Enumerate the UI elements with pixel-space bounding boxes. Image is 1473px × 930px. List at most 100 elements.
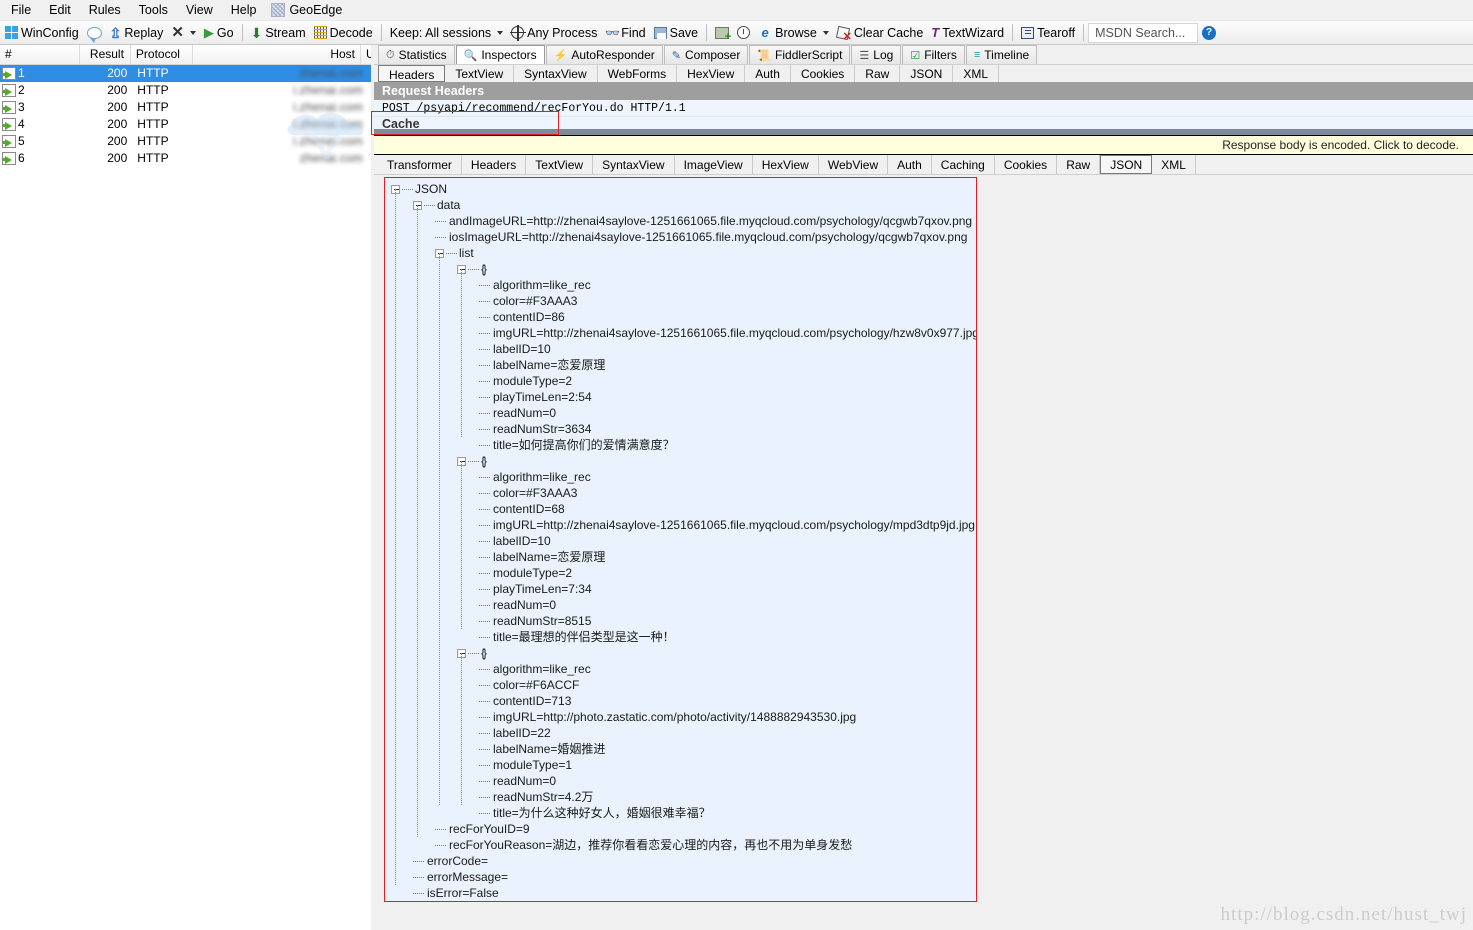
replay-button[interactable]: ⇫ Replay bbox=[106, 22, 168, 44]
remove-button[interactable]: ✕ bbox=[167, 22, 200, 44]
response-tab-webview[interactable]: WebView bbox=[819, 155, 889, 174]
comment-button[interactable] bbox=[83, 22, 106, 44]
sessions-panel: # Result Protocol Host URL 1 200 HTTP zhena… bbox=[0, 45, 559, 930]
json-tree-node[interactable]: data bbox=[385, 197, 976, 213]
request-tab-textview[interactable]: TextView bbox=[445, 65, 515, 82]
request-tab-syntaxview[interactable]: SyntaxView bbox=[514, 65, 598, 82]
menu-item-file[interactable]: File bbox=[2, 1, 40, 19]
browse-button[interactable]: e Browse bbox=[754, 22, 833, 44]
response-tab-caching[interactable]: Caching bbox=[932, 155, 995, 174]
decode-notice[interactable]: Response body is encoded. Click to decod… bbox=[374, 135, 1473, 155]
session-protocol-cell: HTTP bbox=[137, 83, 169, 97]
tab-timeline[interactable]: ≡ Timeline bbox=[965, 45, 1038, 64]
session-row[interactable]: 3 200 HTTP i.zhenai.com/psyapi/recommend/cl… bbox=[0, 99, 371, 116]
tree-guide-line bbox=[395, 189, 396, 885]
tab-filters[interactable]: ☑ Filters bbox=[902, 45, 965, 64]
request-tab-auth[interactable]: Auth bbox=[745, 65, 791, 82]
tree-connector bbox=[479, 505, 491, 514]
response-tab-syntaxview[interactable]: SyntaxView bbox=[593, 155, 675, 174]
menu-item-help[interactable]: Help bbox=[222, 1, 266, 19]
toolbar-separator bbox=[380, 24, 382, 41]
response-tab-json[interactable]: JSON bbox=[1100, 155, 1153, 174]
keep-sessions-dropdown[interactable]: Keep: All sessions bbox=[386, 22, 507, 44]
response-tab-hexview[interactable]: HexView bbox=[753, 155, 819, 174]
tab-autoresponder[interactable]: ⚡ AutoResponder bbox=[545, 45, 663, 64]
request-tab-raw[interactable]: Raw bbox=[855, 65, 901, 82]
request-tab-headers[interactable]: Headers bbox=[378, 65, 446, 82]
session-row[interactable]: 5 200 HTTP i.zhenai.com/psyapi/loveclasses/… bbox=[0, 133, 371, 150]
tab-fiddlerscript[interactable]: 📜 FiddlerScript bbox=[749, 45, 851, 64]
tree-connector bbox=[479, 777, 491, 786]
column-header-protocol[interactable]: Protocol bbox=[131, 45, 194, 64]
column-header-result[interactable]: Result bbox=[80, 45, 131, 64]
menu-item-edit[interactable]: Edit bbox=[40, 1, 80, 19]
request-tab-webforms[interactable]: WebForms bbox=[598, 65, 678, 82]
json-tree-node[interactable]: {} bbox=[385, 645, 976, 661]
tab-inspectors[interactable]: 🔍 Inspectors bbox=[455, 45, 545, 64]
save-button[interactable]: Save bbox=[650, 22, 703, 44]
textwizard-button[interactable]: T TextWizard bbox=[927, 22, 1008, 44]
session-protocol-cell: HTTP bbox=[137, 117, 169, 131]
request-tab-json[interactable]: JSON bbox=[900, 65, 954, 82]
menu-item-geoedge[interactable]: GeoEdge bbox=[289, 1, 351, 19]
request-tab-cookies[interactable]: Cookies bbox=[791, 65, 856, 82]
json-tree-leaf: andImageURL=http://zhenai4saylove-125166… bbox=[385, 213, 976, 229]
tree-connector bbox=[402, 188, 413, 190]
response-tab-imageview[interactable]: ImageView bbox=[675, 155, 753, 174]
go-button[interactable]: ▶ Go bbox=[200, 22, 238, 44]
tree-connector bbox=[479, 473, 491, 482]
tree-connector bbox=[479, 633, 491, 642]
response-tab-headers[interactable]: Headers bbox=[462, 155, 527, 174]
session-row[interactable]: 2 200 HTTP i.zhenai.com/psyapi/recommend/re… bbox=[0, 82, 371, 99]
column-header-num[interactable]: # bbox=[0, 45, 81, 64]
response-tab-cookies[interactable]: Cookies bbox=[995, 155, 1058, 174]
tearoff-button[interactable]: Tearoff bbox=[1017, 22, 1079, 44]
session-row[interactable]: 1 200 HTTP zhenai.com/psyapi/recommend/recF… bbox=[0, 65, 371, 82]
json-tree-viewer[interactable]: JSON data andImageURL=http://zhenai4saylov… bbox=[384, 177, 977, 902]
column-header-host[interactable]: Host bbox=[193, 45, 361, 64]
msdn-search-input[interactable]: MSDN Search... bbox=[1088, 22, 1199, 43]
column-header-url[interactable]: URL bbox=[361, 45, 371, 64]
clear-cache-button[interactable]: Clear Cache bbox=[833, 22, 927, 44]
request-tab-xml[interactable]: XML bbox=[953, 65, 1000, 82]
tab-statistics[interactable]: ⏱ Statistics bbox=[378, 45, 455, 64]
json-tree-node[interactable]: {} bbox=[385, 453, 976, 469]
timer-button[interactable] bbox=[733, 22, 754, 44]
session-row[interactable]: 4 200 HTTP i.zhenai.com/psyapi/recommend/ho… bbox=[0, 116, 371, 133]
menu-item-view[interactable]: View bbox=[177, 1, 222, 19]
screenshot-button[interactable] bbox=[711, 22, 733, 44]
tab-label: AutoResponder bbox=[571, 48, 655, 62]
find-button[interactable]: 👓 Find bbox=[601, 22, 649, 44]
help-button[interactable]: ? bbox=[1198, 22, 1220, 44]
response-tab-raw[interactable]: Raw bbox=[1057, 155, 1101, 174]
stream-button[interactable]: ⬇ Stream bbox=[247, 22, 310, 44]
session-num-cell: 1 bbox=[0, 65, 82, 82]
json-tree-node[interactable]: list bbox=[385, 245, 976, 261]
tab-log[interactable]: ☰ Log bbox=[851, 45, 902, 64]
tab-composer[interactable]: ✎ Composer bbox=[663, 45, 749, 64]
crosshair-icon bbox=[510, 25, 527, 41]
tree-connector bbox=[479, 377, 491, 386]
clear-cache-icon bbox=[837, 26, 852, 42]
json-node-text: contentID=86 bbox=[493, 310, 565, 324]
json-tree-leaf: imgURL=http://photo.zastatic.com/photo/a… bbox=[385, 709, 976, 725]
json-node-text: errorMessage= bbox=[427, 870, 509, 884]
chevron-down-icon bbox=[189, 30, 196, 35]
decode-button[interactable]: Decode bbox=[310, 22, 377, 44]
response-tab-auth[interactable]: Auth bbox=[888, 155, 932, 174]
any-process-button[interactable]: Any Process bbox=[507, 22, 601, 44]
menu-item-tools[interactable]: Tools bbox=[130, 1, 177, 19]
json-tree-node[interactable]: JSON bbox=[385, 181, 976, 197]
response-tab-transformer[interactable]: Transformer bbox=[378, 155, 462, 174]
json-tree-node[interactable]: {} bbox=[385, 261, 976, 277]
json-tree-leaf: contentID=713 bbox=[385, 693, 976, 709]
menu-item-rules[interactable]: Rules bbox=[80, 1, 130, 19]
response-tab-xml[interactable]: XML bbox=[1152, 155, 1196, 174]
tree-connector bbox=[468, 460, 479, 462]
json-node-text: errorCode= bbox=[427, 854, 489, 868]
json-node-text: title=如何提高你们的爱情满意度？ bbox=[493, 438, 675, 452]
request-tab-hexview[interactable]: HexView bbox=[677, 65, 746, 82]
session-row[interactable]: 6 200 HTTP zhenai.com/psyapi/redPoint.do bbox=[0, 150, 371, 167]
winconfig-button[interactable]: WinConfig bbox=[1, 22, 83, 44]
response-tab-textview[interactable]: TextView bbox=[526, 155, 594, 174]
